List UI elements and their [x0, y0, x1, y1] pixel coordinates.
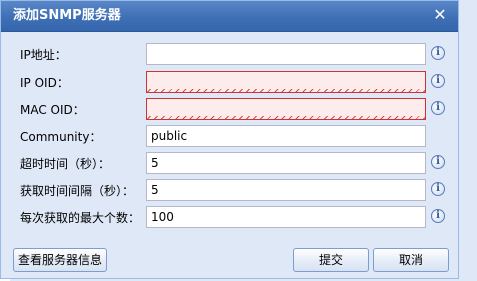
info-icon[interactable]: i — [431, 182, 445, 196]
dialog-footer: 查看服务器信息 提交 取消 — [1, 238, 458, 278]
dialog-titlebar[interactable]: 添加SNMP服务器 ✕ — [1, 1, 458, 32]
timeout-row: 超时时间（秒）： i — [7, 152, 452, 176]
poll-interval-field[interactable] — [146, 179, 426, 201]
timeout-label: 超时时间（秒）： — [20, 157, 111, 171]
mac-oid-row: MAC OID： i — [7, 98, 452, 122]
ip-address-field[interactable] — [146, 43, 426, 65]
poll-interval-row: 获取时间间隔（秒）： i — [7, 179, 452, 203]
info-icon[interactable]: i — [431, 209, 445, 223]
max-count-label: 每次获取的最大个数： — [20, 211, 141, 225]
close-icon[interactable]: ✕ — [432, 7, 448, 23]
info-icon[interactable]: i — [431, 74, 445, 88]
ip-address-row: IP地址： i — [7, 43, 452, 67]
view-server-info-button[interactable]: 查看服务器信息 — [13, 248, 107, 272]
add-snmp-server-dialog: 添加SNMP服务器 ✕ IP地址： i IP OID： i MAC OID： i… — [0, 0, 459, 279]
info-icon[interactable]: i — [431, 155, 445, 169]
community-row: Community： — [7, 125, 452, 149]
mac-oid-label: MAC OID： — [20, 103, 85, 117]
cancel-button[interactable]: 取消 — [373, 248, 449, 272]
mac-oid-field[interactable] — [146, 98, 426, 120]
info-icon[interactable]: i — [431, 46, 445, 60]
info-icon[interactable]: i — [431, 101, 445, 115]
dialog-title: 添加SNMP服务器 — [13, 8, 121, 23]
ip-oid-label: IP OID： — [20, 76, 69, 90]
ip-address-label: IP地址： — [20, 48, 67, 62]
community-label: Community： — [20, 130, 102, 144]
poll-interval-label: 获取时间间隔（秒）： — [20, 184, 135, 198]
max-count-field[interactable] — [146, 206, 426, 228]
timeout-field[interactable] — [146, 152, 426, 174]
community-field[interactable] — [146, 125, 426, 147]
ip-oid-field[interactable] — [146, 71, 426, 93]
ip-oid-row: IP OID： i — [7, 71, 452, 95]
max-count-row: 每次获取的最大个数： i — [7, 206, 452, 230]
form-body: IP地址： i IP OID： i MAC OID： i Community： … — [7, 37, 452, 237]
submit-button[interactable]: 提交 — [293, 248, 369, 272]
